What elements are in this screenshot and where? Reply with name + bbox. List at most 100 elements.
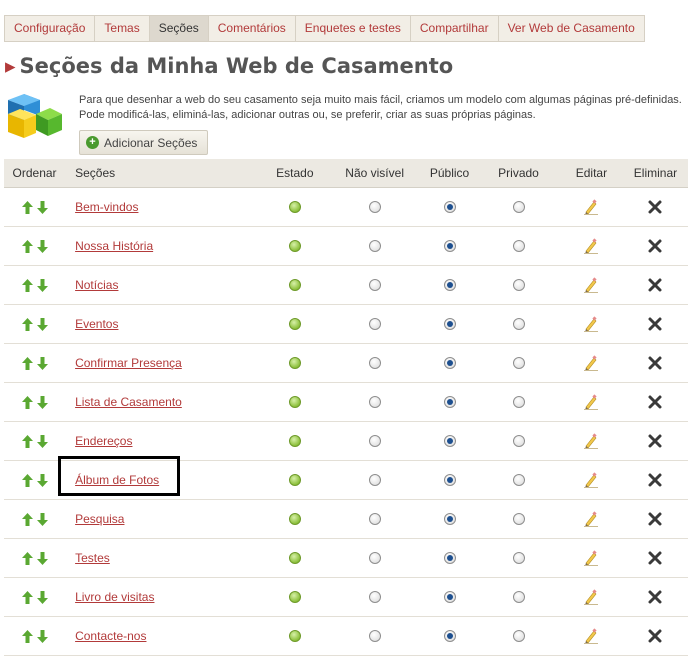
radio-not-visible[interactable] (368, 279, 381, 291)
radio-not-visible[interactable] (368, 357, 381, 369)
radio-public[interactable] (443, 318, 456, 330)
delete-x-icon[interactable] (647, 433, 663, 449)
radio-public[interactable] (443, 435, 456, 447)
radio-not-visible[interactable] (368, 318, 381, 330)
radio-public[interactable] (443, 591, 456, 603)
pencil-icon[interactable] (583, 238, 599, 254)
section-link[interactable]: Contacte-nos (75, 629, 146, 643)
arrow-up-icon[interactable] (21, 239, 33, 253)
tab-ver-web[interactable]: Ver Web de Casamento (497, 15, 645, 42)
pencil-icon[interactable] (583, 433, 599, 449)
radio-not-visible[interactable] (368, 240, 381, 252)
radio-private[interactable] (512, 513, 525, 525)
pencil-icon[interactable] (583, 316, 599, 332)
radio-private[interactable] (512, 435, 525, 447)
arrow-down-icon[interactable] (36, 356, 48, 370)
tab-configuracao[interactable]: Configuração (4, 15, 95, 42)
section-link[interactable]: Confirmar Presença (75, 356, 182, 370)
pencil-icon[interactable] (583, 511, 599, 527)
section-link[interactable]: Pesquisa (75, 512, 124, 526)
delete-x-icon[interactable] (647, 589, 663, 605)
arrow-up-icon[interactable] (21, 356, 33, 370)
arrow-down-icon[interactable] (36, 512, 48, 526)
arrow-down-icon[interactable] (36, 473, 48, 487)
radio-public[interactable] (443, 552, 456, 564)
pencil-icon[interactable] (583, 277, 599, 293)
tab-compartilhar[interactable]: Compartilhar (409, 15, 498, 42)
arrow-up-icon[interactable] (21, 551, 33, 565)
radio-not-visible[interactable] (368, 630, 381, 642)
tab-secoes[interactable]: Seções (148, 15, 208, 42)
radio-public[interactable] (443, 396, 456, 408)
delete-x-icon[interactable] (647, 199, 663, 215)
radio-not-visible[interactable] (368, 396, 381, 408)
arrow-down-icon[interactable] (36, 629, 48, 643)
section-link[interactable]: Eventos (75, 317, 118, 331)
pencil-icon[interactable] (583, 199, 599, 215)
pencil-icon[interactable] (583, 472, 599, 488)
tab-temas[interactable]: Temas (94, 15, 149, 42)
delete-x-icon[interactable] (647, 511, 663, 527)
radio-private[interactable] (512, 240, 525, 252)
arrow-down-icon[interactable] (36, 590, 48, 604)
radio-private[interactable] (512, 396, 525, 408)
radio-public[interactable] (443, 474, 456, 486)
pencil-icon[interactable] (583, 394, 599, 410)
delete-x-icon[interactable] (647, 277, 663, 293)
radio-private[interactable] (512, 474, 525, 486)
arrow-down-icon[interactable] (36, 200, 48, 214)
radio-public[interactable] (443, 279, 456, 291)
delete-x-icon[interactable] (647, 550, 663, 566)
section-link[interactable]: Testes (75, 551, 110, 565)
arrow-up-icon[interactable] (21, 512, 33, 526)
arrow-up-icon[interactable] (21, 434, 33, 448)
arrow-down-icon[interactable] (36, 434, 48, 448)
delete-x-icon[interactable] (647, 238, 663, 254)
section-link[interactable]: Bem-vindos (75, 200, 138, 214)
arrow-up-icon[interactable] (21, 473, 33, 487)
radio-private[interactable] (512, 591, 525, 603)
arrow-down-icon[interactable] (36, 239, 48, 253)
radio-not-visible[interactable] (368, 591, 381, 603)
radio-private[interactable] (512, 630, 525, 642)
tab-comentarios[interactable]: Comentários (207, 15, 295, 42)
section-link[interactable]: Livro de visitas (75, 590, 154, 604)
arrow-up-icon[interactable] (21, 200, 33, 214)
radio-private[interactable] (512, 357, 525, 369)
section-link[interactable]: Lista de Casamento (75, 395, 182, 409)
delete-x-icon[interactable] (647, 316, 663, 332)
radio-not-visible[interactable] (368, 474, 381, 486)
delete-x-icon[interactable] (647, 355, 663, 371)
add-sections-button[interactable]: + Adicionar Seções (79, 130, 209, 155)
arrow-down-icon[interactable] (36, 551, 48, 565)
radio-public[interactable] (443, 630, 456, 642)
tab-enquetes[interactable]: Enquetes e testes (294, 15, 410, 42)
arrow-down-icon[interactable] (36, 317, 48, 331)
radio-private[interactable] (512, 201, 525, 213)
pencil-icon[interactable] (583, 355, 599, 371)
arrow-up-icon[interactable] (21, 395, 33, 409)
radio-not-visible[interactable] (368, 435, 381, 447)
pencil-icon[interactable] (583, 550, 599, 566)
arrow-up-icon[interactable] (21, 317, 33, 331)
arrow-down-icon[interactable] (36, 278, 48, 292)
radio-private[interactable] (512, 279, 525, 291)
delete-x-icon[interactable] (647, 394, 663, 410)
radio-not-visible[interactable] (368, 513, 381, 525)
arrow-up-icon[interactable] (21, 629, 33, 643)
section-link[interactable]: Álbum de Fotos (75, 473, 159, 487)
section-link[interactable]: Notícias (75, 278, 118, 292)
radio-public[interactable] (443, 201, 456, 213)
radio-not-visible[interactable] (368, 552, 381, 564)
pencil-icon[interactable] (583, 589, 599, 605)
radio-private[interactable] (512, 552, 525, 564)
radio-private[interactable] (512, 318, 525, 330)
pencil-icon[interactable] (583, 628, 599, 644)
radio-public[interactable] (443, 513, 456, 525)
arrow-down-icon[interactable] (36, 395, 48, 409)
radio-public[interactable] (443, 357, 456, 369)
arrow-up-icon[interactable] (21, 278, 33, 292)
section-link[interactable]: Nossa História (75, 239, 153, 253)
delete-x-icon[interactable] (647, 628, 663, 644)
arrow-up-icon[interactable] (21, 590, 33, 604)
